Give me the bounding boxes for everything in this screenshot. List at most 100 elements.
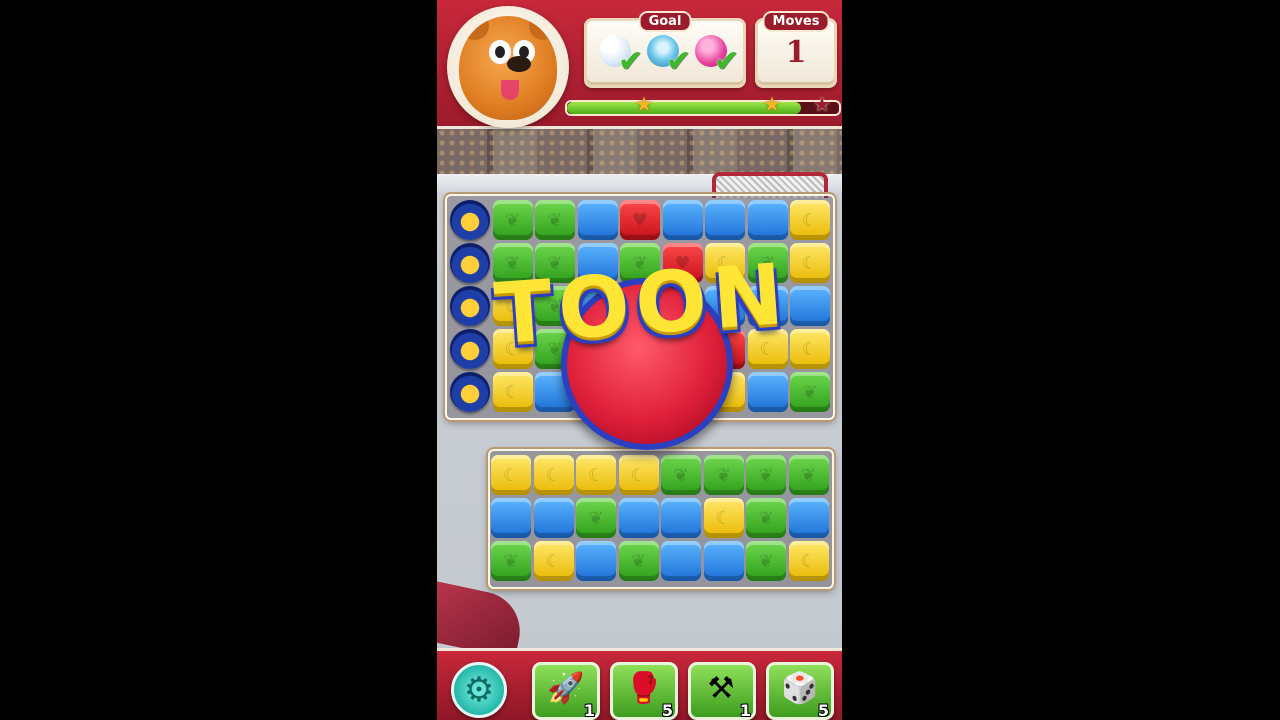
board-cell[interactable]: ☾ bbox=[618, 454, 660, 496]
board-cell[interactable]: ☾ bbox=[533, 540, 575, 582]
game-board-bottom: ☾ ☾ ☾ ☾ ❦ ❦ ❦ ❦ ❦ ☾ ❦ ❦ ☾ ❦ ❦ ☾ bbox=[488, 449, 834, 589]
board-cell[interactable]: ❦ bbox=[788, 454, 830, 496]
blue-cube-icon bbox=[788, 498, 829, 538]
board-cell[interactable]: ❦ bbox=[745, 454, 787, 496]
dice-booster-button[interactable]: 🎲 5 bbox=[766, 662, 834, 720]
board-cell[interactable] bbox=[449, 199, 491, 241]
green-cube-icon: ❦ bbox=[746, 541, 786, 581]
blue-cube-icon bbox=[618, 498, 659, 538]
board-cell[interactable]: ❦ bbox=[745, 497, 787, 539]
checkmark-icon: ✔ bbox=[713, 44, 739, 79]
red-cube-icon: ♥ bbox=[620, 200, 660, 240]
board-cell[interactable] bbox=[747, 199, 789, 241]
checkmark-icon: ✔ bbox=[617, 44, 643, 79]
bear-nose bbox=[507, 56, 531, 72]
board-cell[interactable]: ☾ bbox=[492, 371, 534, 413]
checkmark-icon: ✔ bbox=[665, 44, 691, 79]
booster-count: 1 bbox=[739, 701, 751, 720]
boxing-glove-booster-button[interactable]: 🥊 5 bbox=[610, 662, 678, 720]
board-cell[interactable] bbox=[575, 540, 617, 582]
board-cell[interactable]: ❦ bbox=[660, 454, 702, 496]
board-cell[interactable] bbox=[533, 497, 575, 539]
board-cell[interactable]: ☾ bbox=[789, 199, 831, 241]
star-icon: ★ bbox=[813, 92, 831, 116]
dice-icon: 🎲 bbox=[781, 671, 819, 706]
boxing-glove-icon: 🥊 bbox=[625, 671, 663, 706]
bear-ear bbox=[529, 16, 557, 40]
booster-count: 5 bbox=[661, 701, 673, 720]
blue-cube-icon bbox=[705, 200, 745, 240]
yellow-cube-icon: ☾ bbox=[533, 541, 574, 581]
moves-panel: Moves 1 bbox=[755, 11, 837, 88]
rocket-icon: 🚀 bbox=[547, 671, 585, 706]
green-cube-icon: ❦ bbox=[492, 200, 533, 240]
board-cell[interactable]: ❦ bbox=[745, 540, 787, 582]
yellow-cube-icon: ☾ bbox=[788, 541, 829, 581]
moves-label: Moves bbox=[762, 11, 830, 32]
star-icon: ★ bbox=[763, 92, 781, 116]
board-cell[interactable]: ❦ bbox=[618, 540, 660, 582]
board-cell[interactable]: ☾ bbox=[533, 454, 575, 496]
board-cell[interactable]: ♥ bbox=[619, 199, 661, 241]
yellow-cube-icon: ☾ bbox=[492, 372, 533, 412]
green-cube-icon: ❦ bbox=[788, 455, 829, 495]
blue-cube-icon bbox=[747, 372, 788, 412]
goal-panel: Goal ✔ ✔ ✔ bbox=[584, 11, 746, 88]
green-cube-icon: ❦ bbox=[746, 455, 786, 495]
board-cell[interactable]: ❦ bbox=[789, 371, 831, 413]
anvil-booster-button[interactable]: ⚒ 1 bbox=[688, 662, 756, 720]
green-cube-icon: ❦ bbox=[703, 455, 744, 495]
blue-cube-icon bbox=[747, 200, 788, 240]
rocket-booster-button[interactable]: 🚀 1 bbox=[532, 662, 600, 720]
green-cube-icon: ❦ bbox=[576, 498, 616, 538]
board-cell[interactable] bbox=[577, 199, 619, 241]
board-cell[interactable]: ❦ bbox=[703, 454, 745, 496]
board-cell[interactable]: ❦ bbox=[534, 199, 576, 241]
moves-remaining: 1 bbox=[785, 35, 807, 70]
board-cell[interactable]: ☾ bbox=[490, 454, 532, 496]
bear-character bbox=[459, 16, 557, 120]
yellow-cube-icon: ☾ bbox=[618, 455, 659, 495]
board-cell[interactable] bbox=[662, 199, 704, 241]
board-cell[interactable] bbox=[660, 497, 702, 539]
board-cell[interactable]: ☾ bbox=[788, 540, 830, 582]
blue-cube-icon bbox=[577, 200, 618, 240]
settings-button[interactable]: ⚙ bbox=[451, 662, 507, 718]
board-cell[interactable] bbox=[703, 540, 745, 582]
blue-cube-icon bbox=[703, 541, 744, 581]
blue-cube-icon bbox=[491, 498, 531, 538]
bear-avatar-icon bbox=[447, 6, 569, 128]
board-cell[interactable]: ❦ bbox=[492, 199, 534, 241]
board-cell[interactable] bbox=[490, 497, 532, 539]
game-screen: Goal ✔ ✔ ✔ Moves 1 ★ ★ ★ ❦ ❦ ♥ ☾ ❦ ❦ ❦ ♥… bbox=[437, 0, 842, 720]
yellow-cube-icon: ☾ bbox=[533, 455, 574, 495]
board-cell[interactable] bbox=[618, 497, 660, 539]
board-cell[interactable] bbox=[449, 371, 491, 413]
goal-item-bubble: ✔ bbox=[597, 33, 643, 77]
yellow-cube-icon: ☾ bbox=[576, 455, 616, 495]
blue-cube-icon bbox=[661, 541, 701, 581]
yellow-cube-icon: ☾ bbox=[703, 498, 744, 538]
booster-count: 5 bbox=[817, 701, 829, 720]
goal-item-pink-ball: ✔ bbox=[693, 33, 739, 77]
star-icon: ★ bbox=[635, 92, 653, 116]
board-cell[interactable]: ❦ bbox=[575, 497, 617, 539]
gear-icon: ⚙ bbox=[463, 670, 495, 710]
board-cell[interactable] bbox=[660, 540, 702, 582]
blue-cube-icon bbox=[533, 498, 574, 538]
goal-item-snow-globe: ✔ bbox=[645, 33, 691, 77]
board-cell[interactable] bbox=[747, 371, 789, 413]
board-cell[interactable] bbox=[788, 497, 830, 539]
board-cell[interactable]: ❦ bbox=[490, 540, 532, 582]
booster-count: 1 bbox=[583, 701, 595, 720]
board-cell[interactable]: ☾ bbox=[575, 454, 617, 496]
goal-label: Goal bbox=[638, 11, 692, 32]
blue-cube-icon bbox=[662, 200, 703, 240]
green-cube-icon: ❦ bbox=[790, 372, 830, 412]
board-cell[interactable]: ☾ bbox=[703, 497, 745, 539]
coin-cube-icon bbox=[450, 200, 490, 240]
blue-cube-icon bbox=[576, 541, 616, 581]
yellow-cube-icon: ☾ bbox=[790, 200, 830, 240]
board-cell[interactable] bbox=[704, 199, 746, 241]
coin-cube-icon bbox=[450, 372, 490, 412]
